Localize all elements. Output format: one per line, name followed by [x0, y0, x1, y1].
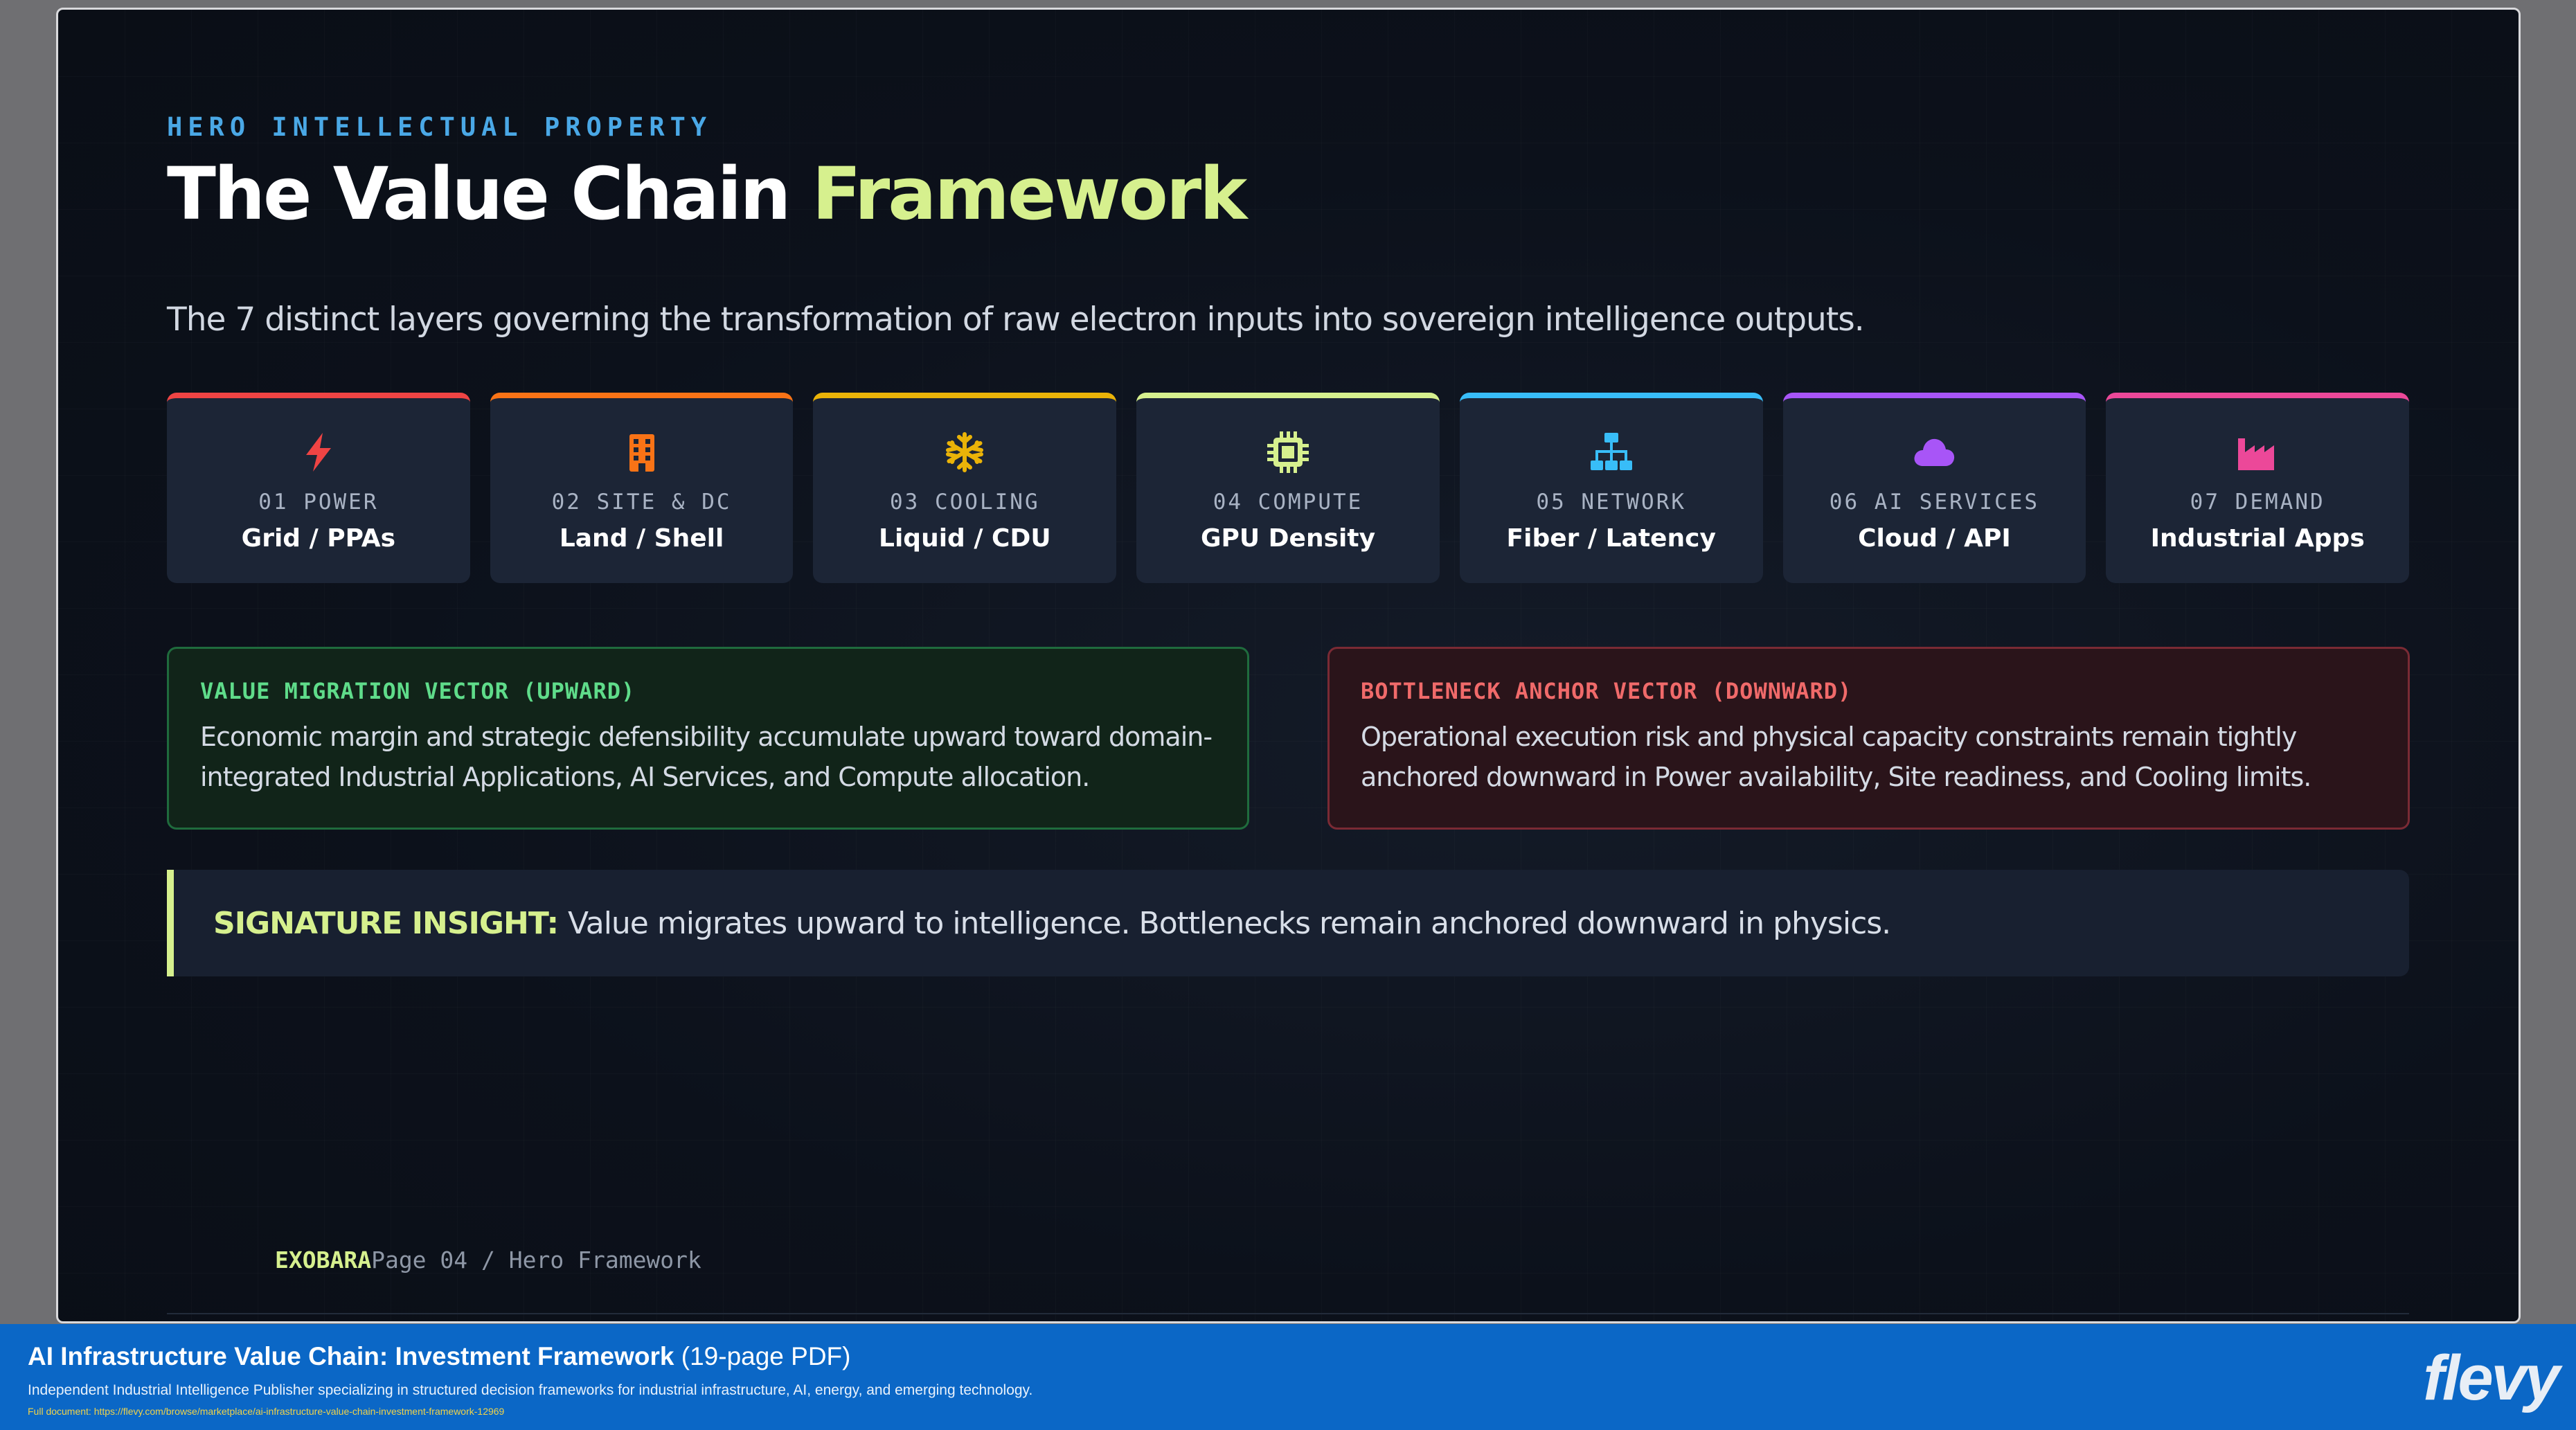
footer-page-label: Page 04 / Hero Framework [371, 1246, 701, 1273]
layer-name: GPU Density [1200, 524, 1376, 553]
signature-insight: SIGNATURE INSIGHT: Value migrates upward… [167, 870, 2409, 976]
layer-card-site: 02 SITE & DC Land / Shell [490, 393, 794, 583]
banner-title[interactable]: AI Infrastructure Value Chain: Investmen… [28, 1342, 850, 1371]
lightning-bolt-icon [305, 433, 331, 472]
value-migration-title: VALUE MIGRATION VECTOR (UPWARD) [200, 678, 636, 704]
layer-card-network: 05 NETWORK Fiber / Latency [1459, 393, 1763, 583]
layer-card-ai-services: 06 AI SERVICES Cloud / API [1782, 393, 2086, 583]
eyebrow-label: HERO INTELLECTUAL PROPERTY [167, 112, 713, 142]
bottleneck-anchor-body: Operational execution risk and physical … [1361, 722, 2311, 792]
banner-description: Independent Industrial Intelligence Publ… [28, 1382, 1033, 1398]
layer-name: Land / Shell [559, 524, 724, 553]
signature-insight-label: SIGNATURE INSIGHT: [213, 905, 559, 941]
bottleneck-anchor-title: BOTTLENECK ANCHOR VECTOR (DOWNWARD) [1361, 678, 1852, 704]
layer-name: Grid / PPAs [241, 524, 396, 553]
layer-cards: 01 POWER Grid / PPAs 02 SITE & DC Land /… [167, 393, 2410, 583]
layer-number: 01 POWER [258, 490, 379, 515]
snowflake-icon [946, 432, 984, 472]
network-icon [1590, 433, 1632, 470]
layer-name: Industrial Apps [2150, 524, 2365, 553]
title-main: The Value Chain [167, 152, 791, 236]
banner-document-link[interactable]: Full document: https://flevy.com/browse/… [28, 1406, 504, 1417]
page-title: The Value Chain Framework [167, 152, 1248, 236]
layer-number: 02 SITE & DC [551, 490, 732, 515]
bottleneck-anchor-panel: BOTTLENECK ANCHOR VECTOR (DOWNWARD) Oper… [1327, 647, 2410, 830]
flevy-banner[interactable]: AI Infrastructure Value Chain: Investmen… [0, 1324, 2576, 1430]
layer-card-cooling: 03 COOLING Liquid / CDU [813, 393, 1117, 583]
value-migration-body: Economic margin and strategic defensibil… [200, 722, 1213, 792]
slide-footer: EXOBARAPage 04 / Hero Framework [275, 1246, 701, 1273]
layer-number: 03 COOLING [889, 490, 1040, 515]
layer-card-compute: 04 COMPUTE GPU Density [1136, 393, 1440, 583]
signature-insight-text: Value migrates upward to intelligence. B… [568, 905, 1891, 941]
title-accent: Framework [812, 152, 1248, 236]
layer-number: 07 DEMAND [2190, 490, 2325, 515]
footer-brand: EXOBARA [275, 1246, 372, 1273]
banner-title-bold: AI Infrastructure Value Chain: Investmen… [28, 1342, 674, 1370]
building-icon [629, 434, 654, 472]
banner-title-suffix: (19-page PDF) [681, 1342, 851, 1370]
flevy-logo[interactable]: flevy [2423, 1342, 2560, 1415]
page-subtitle: The 7 distinct layers governing the tran… [167, 301, 1865, 339]
layer-card-power: 01 POWER Grid / PPAs [167, 393, 470, 583]
industry-icon [2238, 438, 2275, 470]
footer-divider [167, 1313, 2409, 1314]
layer-number: 04 COMPUTE [1213, 490, 1363, 515]
layer-card-demand: 07 DEMAND Industrial Apps [2106, 393, 2410, 583]
layer-name: Cloud / API [1858, 524, 2011, 553]
layer-name: Liquid / CDU [879, 524, 1051, 553]
cloud-icon [1914, 438, 1955, 466]
value-migration-panel: VALUE MIGRATION VECTOR (UPWARD) Economic… [167, 647, 1249, 830]
layer-name: Fiber / Latency [1506, 524, 1716, 553]
layer-number: 05 NETWORK [1536, 490, 1687, 515]
slide: HERO INTELLECTUAL PROPERTY The Value Cha… [56, 8, 2521, 1323]
microchip-icon [1267, 431, 1309, 473]
layer-number: 06 AI SERVICES [1829, 490, 2040, 515]
